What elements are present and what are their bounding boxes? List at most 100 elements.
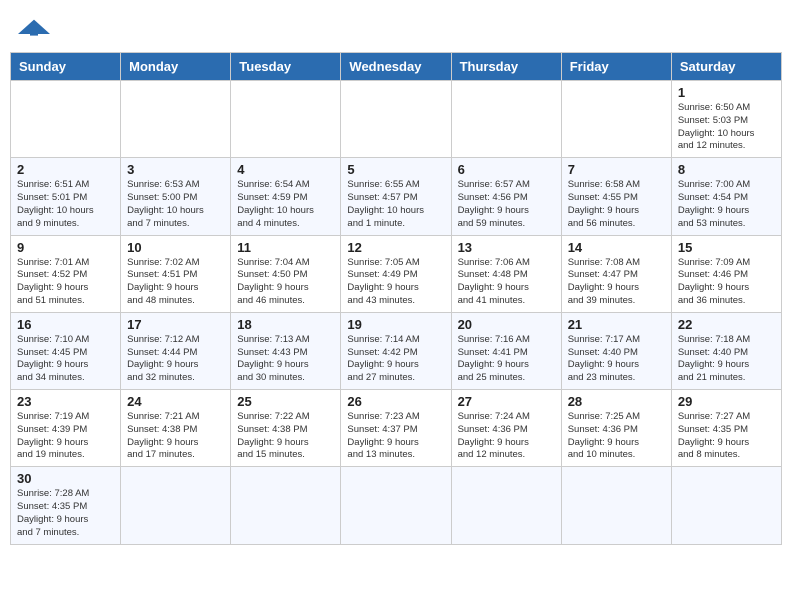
day-info: Sunrise: 7:24 AM Sunset: 4:36 PM Dayligh…	[458, 411, 555, 462]
day-number: 25	[237, 394, 334, 409]
calendar-cell: 3 Sunrise: 6:53 AM Sunset: 5:00 PM Daylig…	[121, 158, 231, 235]
day-number: 22	[678, 317, 775, 332]
logo-icon	[14, 18, 54, 38]
day-number: 15	[678, 240, 775, 255]
calendar-cell: 17 Sunrise: 7:12 AM Sunset: 4:44 PM Dayli…	[121, 312, 231, 389]
day-info: Sunrise: 7:13 AM Sunset: 4:43 PM Dayligh…	[237, 334, 334, 385]
day-info: Sunrise: 7:21 AM Sunset: 4:38 PM Dayligh…	[127, 411, 224, 462]
calendar-table: SundayMondayTuesdayWednesdayThursdayFrid…	[10, 52, 782, 545]
day-number: 2	[17, 162, 114, 177]
weekday-header: Friday	[561, 53, 671, 81]
weekday-header: Thursday	[451, 53, 561, 81]
calendar-week-row: 9 Sunrise: 7:01 AM Sunset: 4:52 PM Daylig…	[11, 235, 782, 312]
calendar-cell: 10 Sunrise: 7:02 AM Sunset: 4:51 PM Dayli…	[121, 235, 231, 312]
calendar-cell	[231, 81, 341, 158]
calendar-cell: 22 Sunrise: 7:18 AM Sunset: 4:40 PM Dayli…	[671, 312, 781, 389]
calendar-cell	[341, 467, 451, 544]
day-info: Sunrise: 7:09 AM Sunset: 4:46 PM Dayligh…	[678, 257, 775, 308]
calendar-cell: 21 Sunrise: 7:17 AM Sunset: 4:40 PM Dayli…	[561, 312, 671, 389]
day-info: Sunrise: 7:25 AM Sunset: 4:36 PM Dayligh…	[568, 411, 665, 462]
weekday-header: Wednesday	[341, 53, 451, 81]
day-number: 5	[347, 162, 444, 177]
calendar-cell	[561, 81, 671, 158]
day-info: Sunrise: 7:16 AM Sunset: 4:41 PM Dayligh…	[458, 334, 555, 385]
day-info: Sunrise: 7:01 AM Sunset: 4:52 PM Dayligh…	[17, 257, 114, 308]
header	[10, 10, 782, 44]
day-info: Sunrise: 7:14 AM Sunset: 4:42 PM Dayligh…	[347, 334, 444, 385]
day-info: Sunrise: 7:05 AM Sunset: 4:49 PM Dayligh…	[347, 257, 444, 308]
calendar-cell: 9 Sunrise: 7:01 AM Sunset: 4:52 PM Daylig…	[11, 235, 121, 312]
day-info: Sunrise: 7:08 AM Sunset: 4:47 PM Dayligh…	[568, 257, 665, 308]
day-info: Sunrise: 7:22 AM Sunset: 4:38 PM Dayligh…	[237, 411, 334, 462]
calendar-cell: 14 Sunrise: 7:08 AM Sunset: 4:47 PM Dayli…	[561, 235, 671, 312]
weekday-header: Saturday	[671, 53, 781, 81]
calendar-cell: 5Sunrise: 6:55 AM Sunset: 4:57 PM Daylig…	[341, 158, 451, 235]
header-row: SundayMondayTuesdayWednesdayThursdayFrid…	[11, 53, 782, 81]
calendar-cell: 8Sunrise: 7:00 AM Sunset: 4:54 PM Daylig…	[671, 158, 781, 235]
day-info: Sunrise: 7:02 AM Sunset: 4:51 PM Dayligh…	[127, 257, 224, 308]
day-number: 8	[678, 162, 775, 177]
day-number: 3	[127, 162, 224, 177]
day-number: 1	[678, 85, 775, 100]
day-number: 12	[347, 240, 444, 255]
calendar-cell: 28 Sunrise: 7:25 AM Sunset: 4:36 PM Dayli…	[561, 390, 671, 467]
calendar-week-row: 16Sunrise: 7:10 AM Sunset: 4:45 PM Dayli…	[11, 312, 782, 389]
day-number: 17	[127, 317, 224, 332]
day-info: Sunrise: 7:19 AM Sunset: 4:39 PM Dayligh…	[17, 411, 114, 462]
calendar-cell: 6 Sunrise: 6:57 AM Sunset: 4:56 PM Daylig…	[451, 158, 561, 235]
day-info: Sunrise: 7:28 AM Sunset: 4:35 PM Dayligh…	[17, 488, 114, 539]
day-number: 10	[127, 240, 224, 255]
calendar-cell: 23 Sunrise: 7:19 AM Sunset: 4:39 PM Dayli…	[11, 390, 121, 467]
calendar-cell: 18 Sunrise: 7:13 AM Sunset: 4:43 PM Dayli…	[231, 312, 341, 389]
calendar-cell	[671, 467, 781, 544]
day-number: 9	[17, 240, 114, 255]
day-info: Sunrise: 6:58 AM Sunset: 4:55 PM Dayligh…	[568, 179, 665, 230]
calendar-cell: 16Sunrise: 7:10 AM Sunset: 4:45 PM Dayli…	[11, 312, 121, 389]
day-number: 18	[237, 317, 334, 332]
calendar-cell: 25 Sunrise: 7:22 AM Sunset: 4:38 PM Dayli…	[231, 390, 341, 467]
calendar-cell: 1 Sunrise: 6:50 AM Sunset: 5:03 PM Daylig…	[671, 81, 781, 158]
day-number: 7	[568, 162, 665, 177]
page: SundayMondayTuesdayWednesdayThursdayFrid…	[10, 10, 782, 545]
day-number: 23	[17, 394, 114, 409]
day-number: 14	[568, 240, 665, 255]
day-info: Sunrise: 7:23 AM Sunset: 4:37 PM Dayligh…	[347, 411, 444, 462]
day-info: Sunrise: 6:50 AM Sunset: 5:03 PM Dayligh…	[678, 102, 775, 153]
day-info: Sunrise: 7:12 AM Sunset: 4:44 PM Dayligh…	[127, 334, 224, 385]
calendar-week-row: 23 Sunrise: 7:19 AM Sunset: 4:39 PM Dayli…	[11, 390, 782, 467]
day-info: Sunrise: 6:54 AM Sunset: 4:59 PM Dayligh…	[237, 179, 334, 230]
logo	[14, 16, 54, 38]
weekday-header: Sunday	[11, 53, 121, 81]
calendar-cell: 26Sunrise: 7:23 AM Sunset: 4:37 PM Dayli…	[341, 390, 451, 467]
day-number: 30	[17, 471, 114, 486]
calendar-cell	[451, 467, 561, 544]
day-info: Sunrise: 6:57 AM Sunset: 4:56 PM Dayligh…	[458, 179, 555, 230]
calendar-cell: 19Sunrise: 7:14 AM Sunset: 4:42 PM Dayli…	[341, 312, 451, 389]
day-info: Sunrise: 6:53 AM Sunset: 5:00 PM Dayligh…	[127, 179, 224, 230]
calendar-cell: 2 Sunrise: 6:51 AM Sunset: 5:01 PM Daylig…	[11, 158, 121, 235]
calendar-cell: 20Sunrise: 7:16 AM Sunset: 4:41 PM Dayli…	[451, 312, 561, 389]
day-number: 28	[568, 394, 665, 409]
calendar-cell: 7 Sunrise: 6:58 AM Sunset: 4:55 PM Daylig…	[561, 158, 671, 235]
calendar-cell	[561, 467, 671, 544]
day-info: Sunrise: 6:51 AM Sunset: 5:01 PM Dayligh…	[17, 179, 114, 230]
day-info: Sunrise: 7:06 AM Sunset: 4:48 PM Dayligh…	[458, 257, 555, 308]
day-info: Sunrise: 7:10 AM Sunset: 4:45 PM Dayligh…	[17, 334, 114, 385]
calendar-cell: 29Sunrise: 7:27 AM Sunset: 4:35 PM Dayli…	[671, 390, 781, 467]
calendar-cell: 4 Sunrise: 6:54 AM Sunset: 4:59 PM Daylig…	[231, 158, 341, 235]
calendar-cell: 11 Sunrise: 7:04 AM Sunset: 4:50 PM Dayli…	[231, 235, 341, 312]
calendar-cell	[11, 81, 121, 158]
calendar-cell: 30 Sunrise: 7:28 AM Sunset: 4:35 PM Dayli…	[11, 467, 121, 544]
day-number: 27	[458, 394, 555, 409]
day-number: 11	[237, 240, 334, 255]
day-number: 21	[568, 317, 665, 332]
day-info: Sunrise: 7:18 AM Sunset: 4:40 PM Dayligh…	[678, 334, 775, 385]
day-info: Sunrise: 7:04 AM Sunset: 4:50 PM Dayligh…	[237, 257, 334, 308]
calendar-cell: 24Sunrise: 7:21 AM Sunset: 4:38 PM Dayli…	[121, 390, 231, 467]
day-number: 6	[458, 162, 555, 177]
calendar-cell: 12 Sunrise: 7:05 AM Sunset: 4:49 PM Dayli…	[341, 235, 451, 312]
day-info: Sunrise: 7:27 AM Sunset: 4:35 PM Dayligh…	[678, 411, 775, 462]
calendar-cell: 15 Sunrise: 7:09 AM Sunset: 4:46 PM Dayli…	[671, 235, 781, 312]
day-number: 4	[237, 162, 334, 177]
day-info: Sunrise: 7:17 AM Sunset: 4:40 PM Dayligh…	[568, 334, 665, 385]
